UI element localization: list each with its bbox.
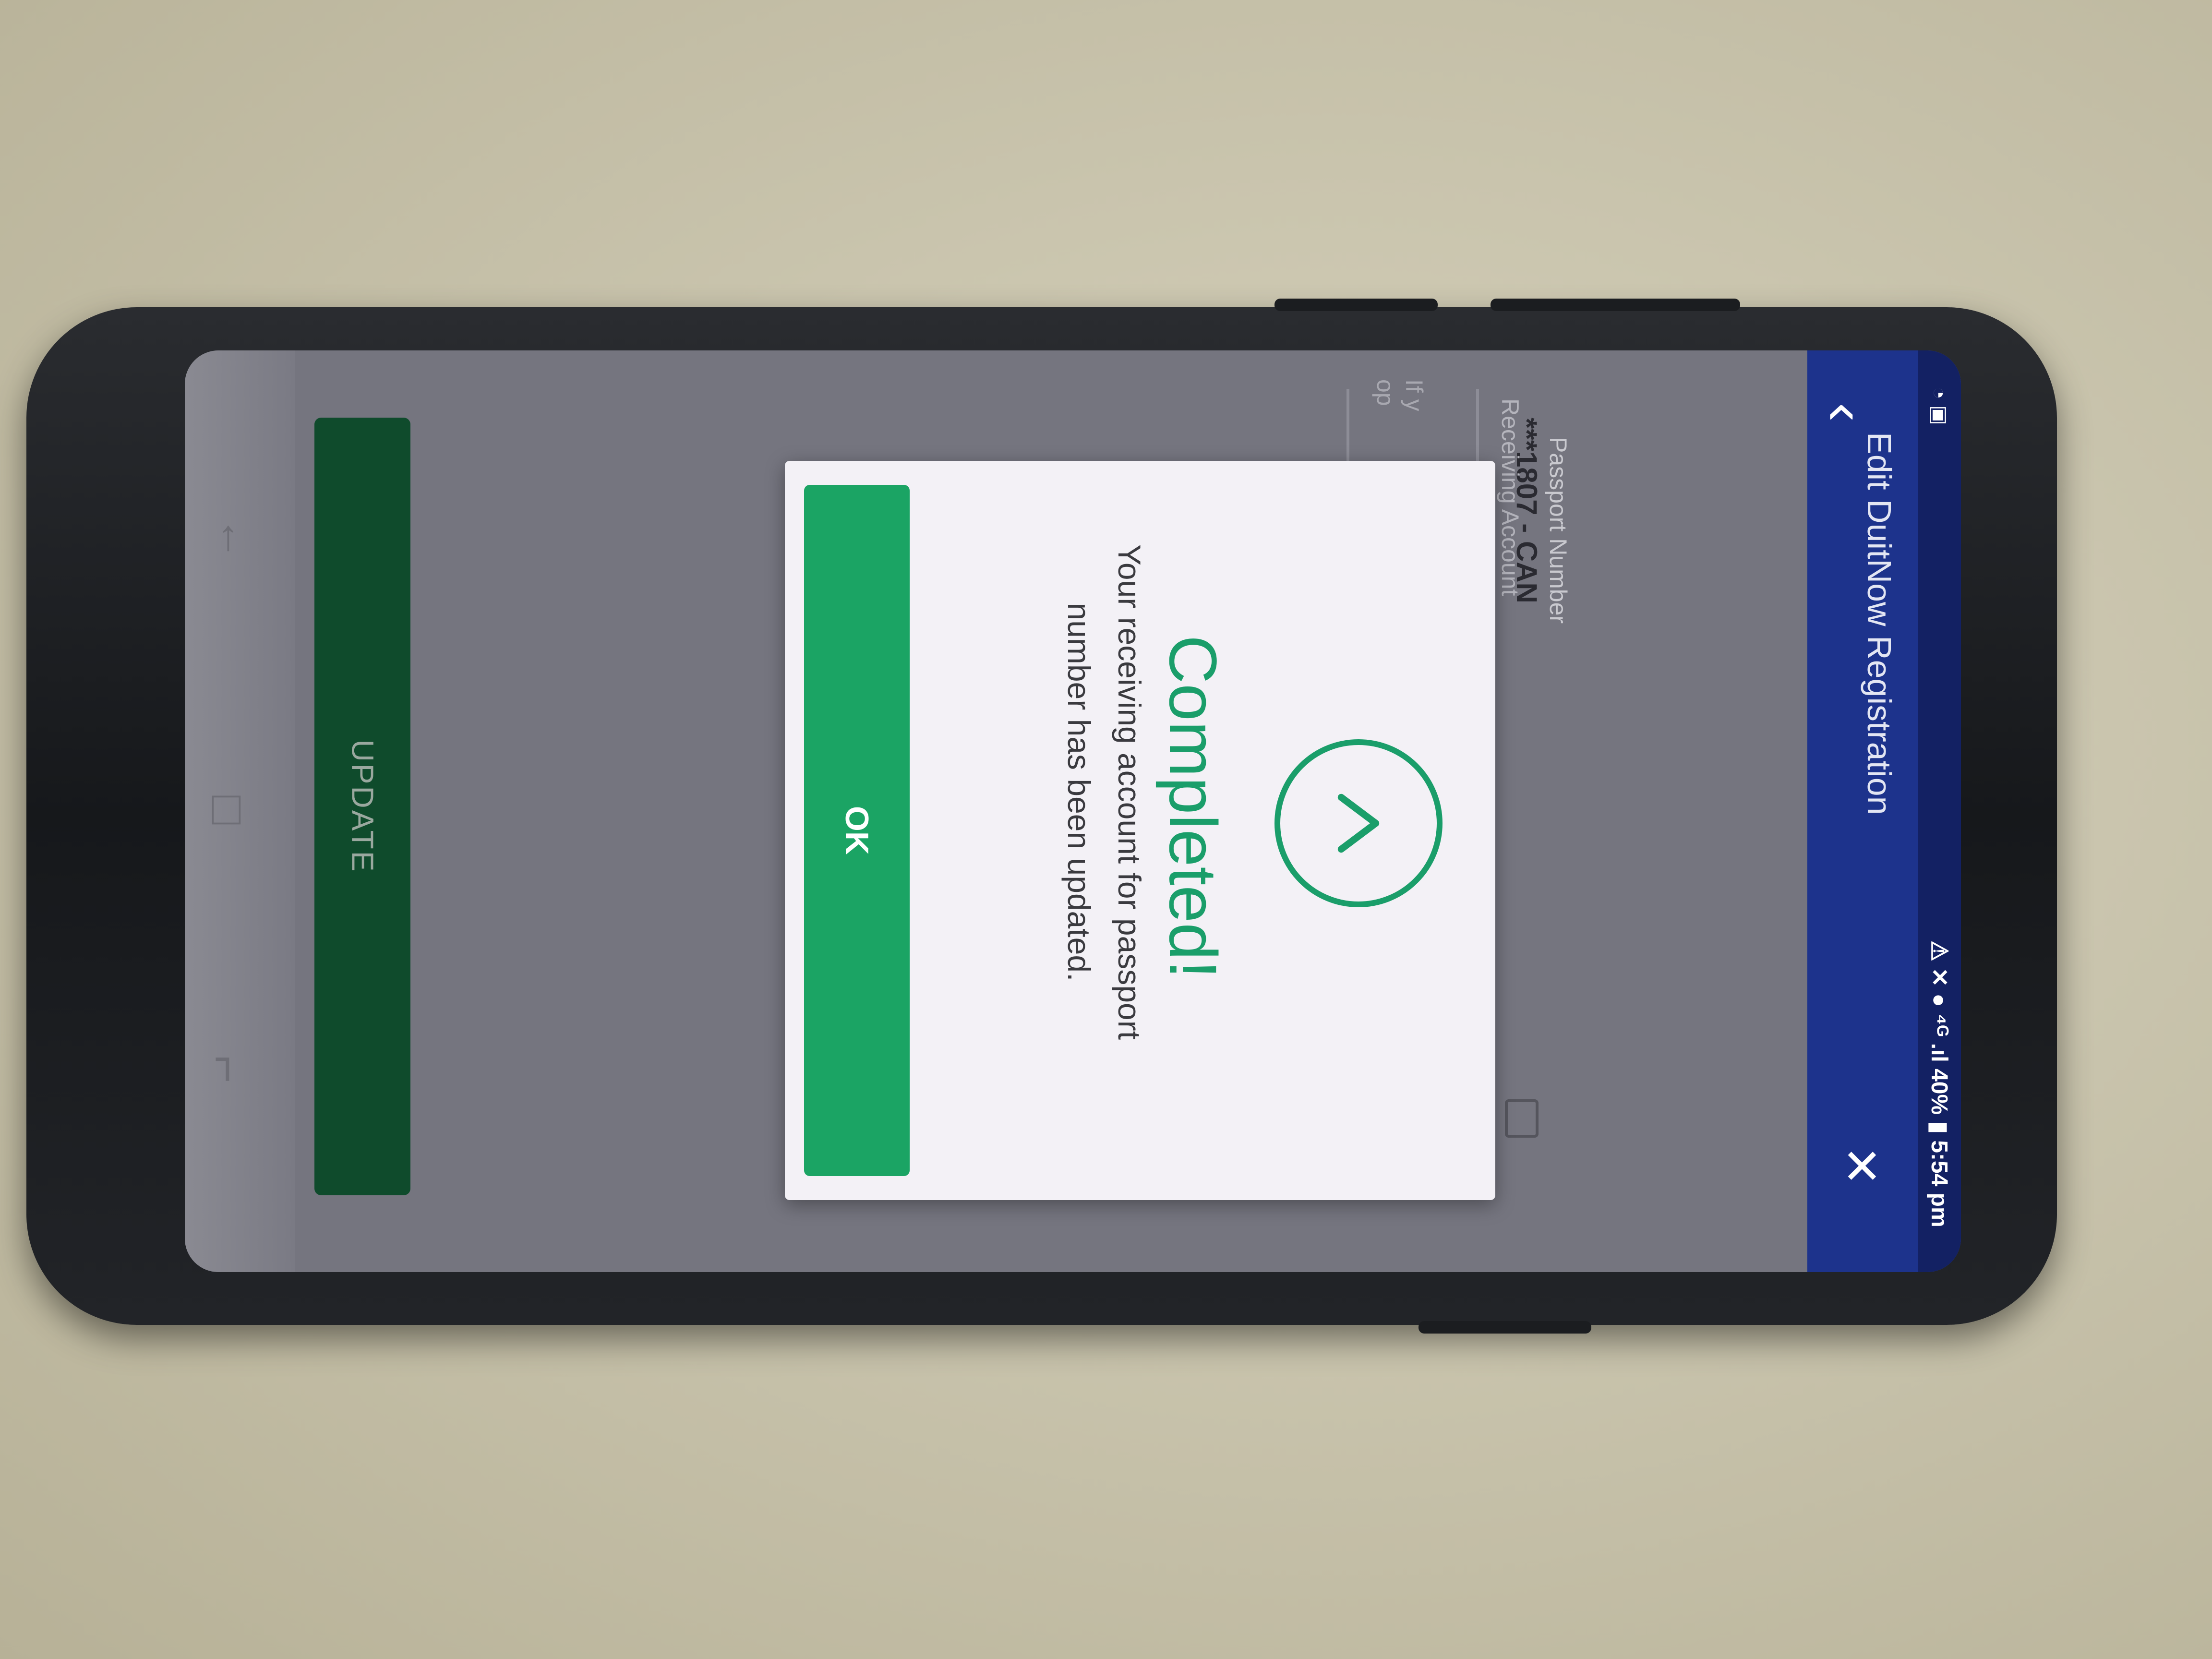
- navigation-bar: ← □ ⌐: [185, 350, 295, 1272]
- phone-device: ← □ ⌐ ◔ ▣ ⚠ ✕ ● ⁴ᴳ .ıl 40% ▮ 5:54 pm ‹ E…: [26, 299, 2057, 1334]
- back-nav-icon[interactable]: ←: [211, 517, 260, 560]
- completed-dialog: OK Your receiving account for passport n…: [785, 461, 1495, 1200]
- status-icons-left: ◔ ▣: [1927, 386, 1951, 425]
- passport-number-label: Passport Number: [1545, 437, 1572, 624]
- check-icon: [1337, 793, 1380, 853]
- back-arrow-icon[interactable]: ‹: [1813, 403, 1879, 422]
- close-icon[interactable]: ✕: [1833, 1146, 1889, 1186]
- app-bar: ◔ ▣ ⚠ ✕ ● ⁴ᴳ .ıl 40% ▮ 5:54 pm ‹ Edit Du…: [1807, 350, 1961, 1272]
- ok-button-label: OK: [839, 806, 875, 855]
- recents-nav-icon[interactable]: ⌐: [200, 1055, 255, 1083]
- hint-text-line-1: If y: [1401, 379, 1428, 411]
- check-circle-icon: [1274, 739, 1443, 907]
- home-nav-icon[interactable]: □: [201, 795, 256, 824]
- screen-title: Edit DuitNow Registration: [1861, 432, 1898, 815]
- device-screen: ← □ ⌐ ◔ ▣ ⚠ ✕ ● ⁴ᴳ .ıl 40% ▮ 5:54 pm ‹ E…: [185, 350, 1961, 1272]
- completed-title: Completed!: [1155, 635, 1231, 979]
- hint-text-line-2: op: [1372, 379, 1399, 406]
- status-bar: ◔ ▣ ⚠ ✕ ● ⁴ᴳ .ıl 40% ▮ 5:54 pm: [1918, 350, 1961, 1272]
- receiving-account-label: Receiving Account: [1497, 398, 1524, 596]
- completed-message: Your receiving account for passport numb…: [1061, 544, 1147, 1040]
- update-button-label: UPDATE: [345, 739, 380, 874]
- ok-button[interactable]: OK: [804, 485, 910, 1176]
- edit-icon[interactable]: [1505, 1099, 1539, 1138]
- update-button[interactable]: UPDATE: [314, 418, 410, 1195]
- status-indicators: ⚠ ✕ ● ⁴ᴳ .ıl 40% ▮ 5:54 pm: [1926, 940, 1952, 1227]
